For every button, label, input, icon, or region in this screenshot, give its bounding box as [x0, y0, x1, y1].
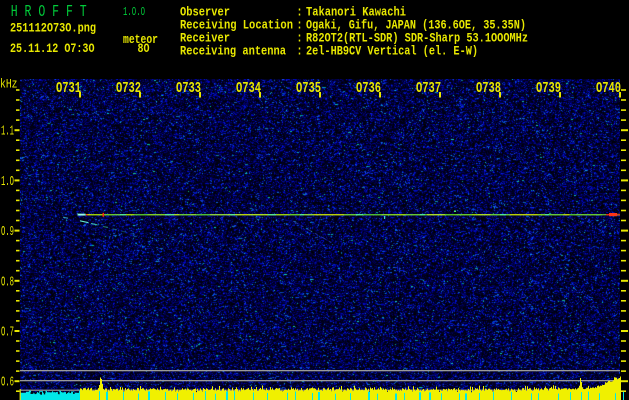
svg-text:O739: O739 [536, 81, 561, 97]
svg-text:O732: O732 [116, 81, 141, 97]
svg-text:251112O73O.png: 251112O73O.png [10, 21, 96, 36]
svg-text:O736: O736 [356, 81, 381, 97]
svg-text:O740: O740 [596, 81, 621, 97]
svg-text:25.11.12 O7:3O: 25.11.12 O7:3O [10, 41, 95, 56]
svg-text:1.1: 1.1 [1, 124, 14, 140]
svg-text:1.O.O: 1.O.O [123, 6, 145, 19]
svg-text:H R O F F T: H R O F F T [11, 3, 87, 22]
svg-text::: : [297, 44, 303, 59]
svg-text:O734: O734 [236, 81, 261, 97]
svg-text:O733: O733 [176, 81, 201, 97]
svg-text:O737: O737 [416, 81, 441, 97]
svg-text:kHz: kHz [0, 76, 18, 91]
svg-text:2el-HB9CV Vertical (el. E-W): 2el-HB9CV Vertical (el. E-W) [306, 44, 478, 59]
svg-text:O735: O735 [296, 81, 321, 97]
svg-text:O.8: O.8 [1, 274, 14, 290]
svg-text:O.9: O.9 [1, 224, 14, 240]
svg-text:O738: O738 [476, 81, 501, 97]
svg-text:O.7: O.7 [1, 325, 14, 341]
svg-text:O.6: O.6 [1, 375, 14, 391]
svg-text:Receiving antenna: Receiving antenna [180, 44, 286, 59]
svg-text:1.O: 1.O [1, 174, 14, 190]
svg-text:8O: 8O [138, 41, 150, 56]
svg-text:O731: O731 [56, 81, 81, 97]
